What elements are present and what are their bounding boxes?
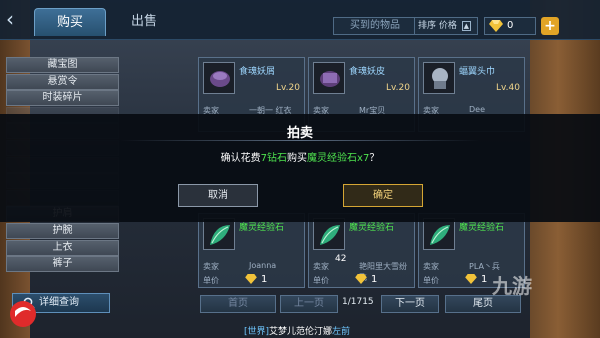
watermark: 九游 bbox=[492, 274, 532, 298]
item-seller: 卖家 Joanna bbox=[203, 261, 302, 272]
add-diamond-button[interactable]: + bbox=[541, 17, 559, 35]
bought-items-button[interactable]: 买到的物品 bbox=[333, 17, 417, 35]
category-item[interactable]: 裤子 bbox=[6, 256, 119, 273]
tab-sell[interactable]: 出售 bbox=[108, 8, 180, 36]
category-item[interactable]: 悬赏令 bbox=[6, 73, 119, 90]
item-price: 单价 1 bbox=[203, 274, 302, 286]
top-bar: ‹ 购买 出售 买到的物品 排序 价格 ▲ 0 + bbox=[0, 0, 600, 40]
item-level: Lv.40 bbox=[496, 83, 520, 93]
seller-name: Joanna bbox=[249, 261, 277, 270]
chat-sender: 艾梦儿 bbox=[269, 327, 297, 337]
dialog-title: 拍卖 bbox=[286, 126, 313, 141]
seller-label: 卖家 bbox=[313, 262, 329, 271]
price-value: 1 bbox=[261, 274, 268, 285]
page-indicator: 1/1715 bbox=[342, 297, 374, 307]
dialog-message: 确认花费7钻石购买魔灵经验石x7？ bbox=[0, 149, 600, 164]
msg-pre: 确认花费 bbox=[220, 153, 261, 164]
item-card[interactable]: 42 魔灵经验石 卖家艳阳里大雪纷飞 单价 1 bbox=[308, 213, 415, 288]
msg-cost: 7钻石 bbox=[260, 153, 288, 164]
prev-page-button[interactable]: 上一页 bbox=[280, 295, 338, 313]
item-price: 单价 1 bbox=[313, 274, 412, 286]
category-item[interactable]: 藏宝图 bbox=[6, 57, 119, 73]
price-value: 1 bbox=[481, 274, 488, 285]
item-icon bbox=[423, 62, 455, 94]
item-icon bbox=[313, 62, 345, 94]
diamond-balance: 0 bbox=[484, 17, 536, 35]
exp-stone-icon bbox=[203, 218, 235, 250]
exp-stone-icon bbox=[423, 218, 455, 250]
sort-value: 价格 bbox=[438, 21, 457, 31]
price-label: 单价 bbox=[313, 276, 329, 285]
price-label: 单价 bbox=[203, 276, 219, 285]
item-name: 食魂妖皮 bbox=[349, 67, 386, 77]
dialog-divider bbox=[120, 140, 480, 141]
diamond-count: 0 bbox=[507, 20, 514, 31]
diamond-icon bbox=[465, 274, 477, 284]
app-logo-icon bbox=[10, 301, 36, 327]
seller-label: 卖家 bbox=[423, 262, 439, 271]
diamond-icon bbox=[355, 274, 367, 284]
item-name: 食魂妖屑 bbox=[239, 67, 276, 77]
sort-arrow-icon[interactable]: ▲ bbox=[461, 20, 471, 31]
item-icon bbox=[203, 62, 235, 94]
seller-label: 卖家 bbox=[203, 262, 219, 271]
diamond-icon bbox=[245, 274, 257, 284]
msg-mid: 购买 bbox=[287, 153, 308, 164]
item-level: Lv.20 bbox=[276, 83, 300, 93]
chat-text: 范伦汀娜 bbox=[296, 327, 333, 337]
cancel-button[interactable]: 取消 bbox=[178, 184, 258, 207]
back-icon[interactable]: ‹ bbox=[6, 9, 24, 30]
exp-stone-icon bbox=[313, 218, 345, 250]
item-name: 蝠翼头巾 bbox=[459, 67, 496, 77]
item-level: Lv.20 bbox=[386, 83, 410, 93]
first-page-button[interactable]: 首页 bbox=[200, 295, 276, 313]
sort-control[interactable]: 排序 价格 ▲ bbox=[414, 17, 478, 35]
price-label: 单价 bbox=[423, 276, 439, 285]
chat-link[interactable]: 左前 bbox=[332, 327, 350, 337]
chat-line[interactable]: [世界]艾梦儿范伦汀娜左前 bbox=[244, 324, 350, 337]
category-item[interactable]: 护腕 bbox=[6, 222, 119, 239]
msg-item: 魔灵经验石x7 bbox=[307, 153, 370, 164]
item-seller: 卖家艳阳里大雪纷飞 bbox=[313, 261, 412, 282]
next-page-button[interactable]: 下一页 bbox=[381, 295, 439, 313]
msg-end: ？ bbox=[369, 153, 380, 164]
diamond-icon bbox=[489, 20, 503, 32]
confirm-button[interactable]: 确定 bbox=[343, 184, 423, 207]
item-card[interactable]: 魔灵经验石 卖家 Joanna 单价 1 bbox=[198, 213, 305, 288]
category-item[interactable]: 时装碎片 bbox=[6, 90, 119, 107]
category-item[interactable]: 上衣 bbox=[6, 239, 119, 256]
price-value: 1 bbox=[371, 274, 378, 285]
tab-buy[interactable]: 购买 bbox=[34, 8, 106, 36]
seller-name: Dee bbox=[469, 105, 486, 114]
auction-confirm-dialog: 拍卖 确认花费7钻石购买魔灵经验石x7？ 取消 确定 bbox=[0, 114, 600, 222]
sort-label: 排序 bbox=[418, 21, 437, 31]
chat-channel: [世界] bbox=[244, 327, 270, 337]
